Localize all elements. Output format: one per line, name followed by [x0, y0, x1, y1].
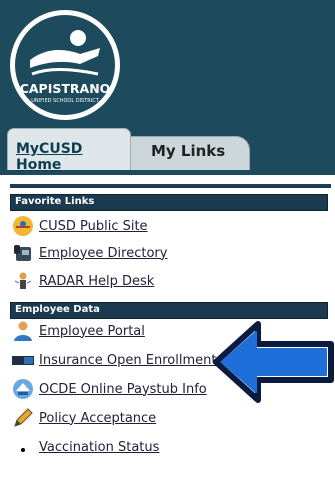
- link-label[interactable]: CUSD Public Site: [39, 219, 148, 234]
- link-label[interactable]: Policy Acceptance: [39, 411, 156, 426]
- site-header: CAPISTRANO UNIFIED SCHOOL DISTRICT My Li…: [0, 0, 335, 175]
- pointer-arrow-icon: [213, 321, 334, 403]
- tab-mycusd-home-label: MyCUSD Home: [16, 141, 83, 173]
- link-label[interactable]: Employee Portal: [39, 324, 145, 339]
- bullet-icon: [21, 448, 25, 452]
- help-desk-icon: [14, 272, 32, 289]
- link-insurance-open-enrollment[interactable]: Insurance Open Enrollment: [12, 349, 216, 371]
- employee-data-heading: Employee Data: [15, 304, 100, 315]
- link-radar-help-desk[interactable]: RADAR Help Desk: [12, 270, 154, 292]
- link-employee-directory[interactable]: Employee Directory: [12, 242, 167, 264]
- divider: [10, 184, 331, 188]
- tab-my-links-label: My Links: [151, 142, 226, 160]
- link-label[interactable]: RADAR Help Desk: [39, 274, 154, 289]
- ocde-icon: [13, 379, 33, 399]
- person-icon: [14, 321, 32, 341]
- logo-text: CAPISTRANO: [20, 81, 111, 96]
- link-cusd-public-site[interactable]: CUSD Public Site: [12, 215, 148, 237]
- logo-subtext: UNIFIED SCHOOL DISTRICT: [31, 98, 99, 104]
- favorite-links-heading: Favorite Links: [15, 196, 95, 207]
- enroll-icon: [12, 356, 34, 365]
- favorite-links-header: Favorite Links: [10, 194, 328, 211]
- tab-mycusd-home[interactable]: MyCUSD Home: [7, 128, 131, 173]
- capistrano-logo[interactable]: CAPISTRANO UNIFIED SCHOOL DISTRICT: [8, 8, 122, 122]
- link-label[interactable]: Employee Directory: [39, 246, 167, 261]
- link-vaccination-status[interactable]: Vaccination Status: [12, 436, 159, 458]
- link-policy-acceptance[interactable]: Policy Acceptance: [12, 407, 156, 429]
- tab-bar: My Links MyCUSD Home: [0, 128, 335, 175]
- phone-icon: [14, 245, 31, 261]
- tab-my-links[interactable]: My Links: [126, 136, 250, 170]
- link-label[interactable]: OCDE Online Paystub Info: [39, 382, 207, 397]
- link-employee-portal[interactable]: Employee Portal: [12, 320, 145, 342]
- pencil-icon: [14, 408, 33, 427]
- link-label[interactable]: Insurance Open Enrollment: [39, 353, 216, 368]
- employee-data-header: Employee Data: [10, 302, 328, 319]
- link-label[interactable]: Vaccination Status: [39, 440, 159, 455]
- link-ocde-paystub-info[interactable]: OCDE Online Paystub Info: [12, 378, 207, 400]
- cusd-logo-icon: [13, 216, 33, 236]
